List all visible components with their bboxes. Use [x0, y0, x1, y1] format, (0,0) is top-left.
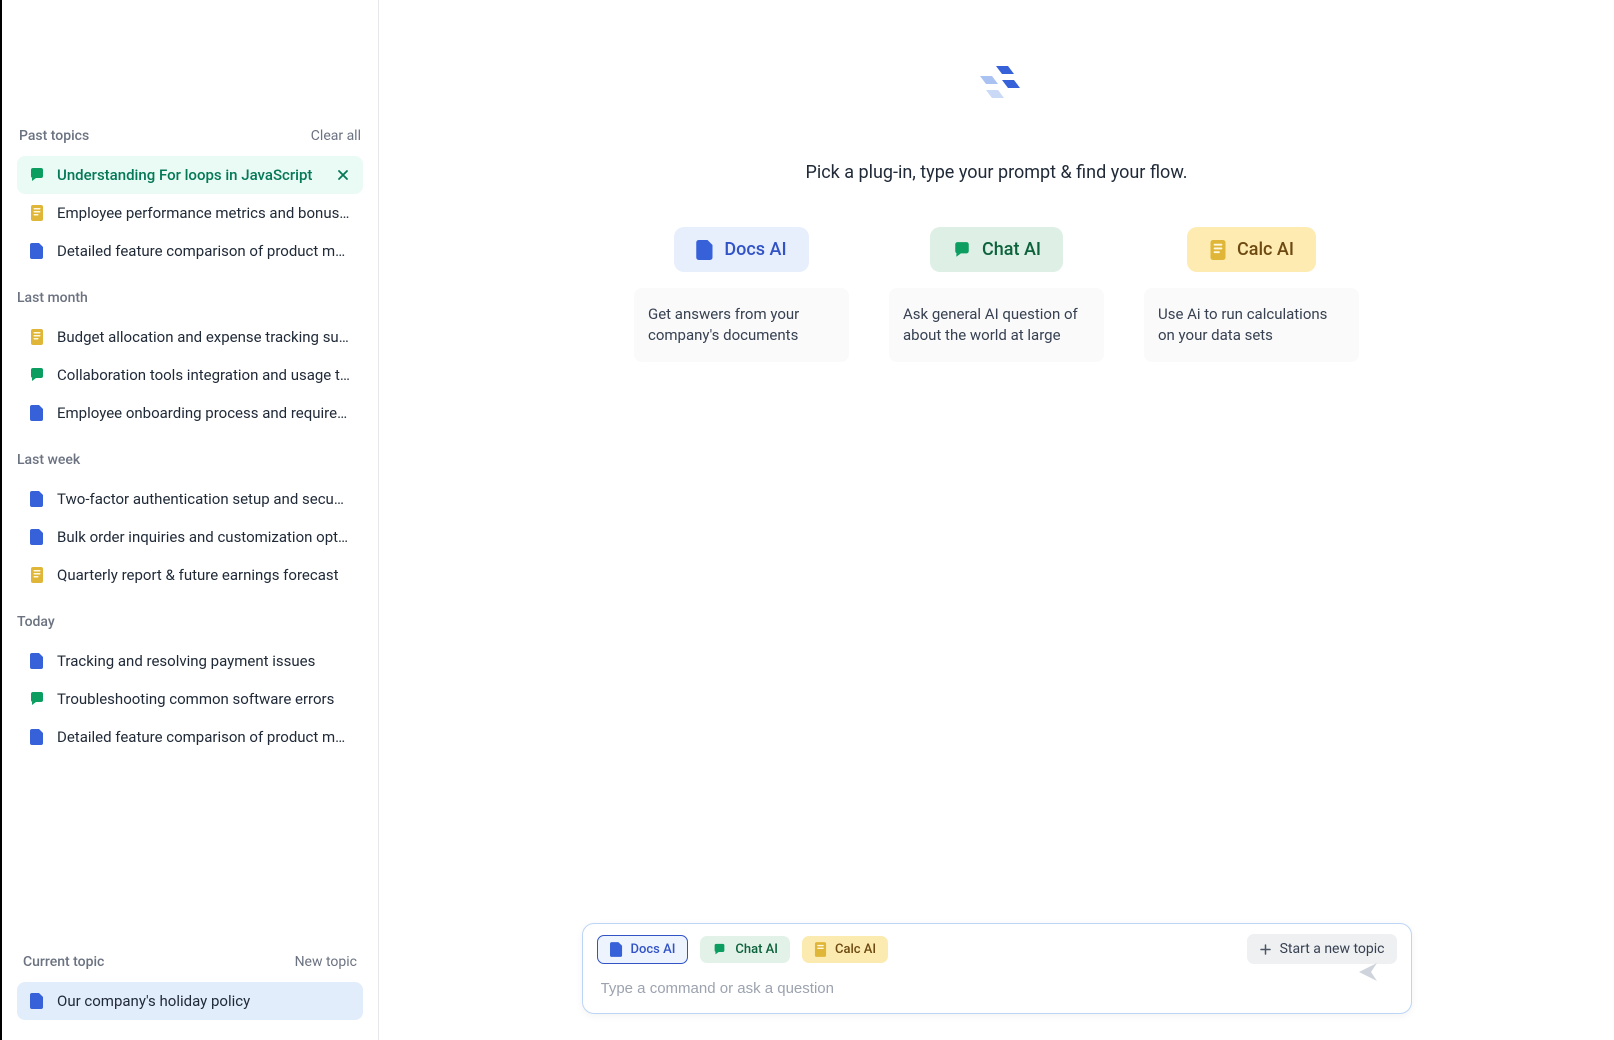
topic-label: Detailed feature comparison of product m… [57, 242, 351, 260]
topic-label: Tracking and resolving payment issues [57, 652, 351, 670]
start-new-topic-label: Start a new topic [1280, 941, 1385, 957]
chat-icon [952, 241, 972, 259]
document-icon [29, 491, 45, 507]
sidebar: Past topics Clear all Understanding For … [0, 0, 379, 1040]
document-icon [29, 405, 45, 421]
document-icon [29, 993, 45, 1009]
topic-item[interactable]: Tracking and resolving payment issues [17, 642, 363, 680]
current-topic-section: Current topic New topic Our company's ho… [17, 954, 363, 1040]
document-icon [29, 329, 45, 345]
new-topic-link[interactable]: New topic [295, 954, 357, 970]
chat-icon [712, 943, 727, 956]
current-topic-label: Current topic [23, 954, 104, 970]
today-label: Today [17, 614, 363, 630]
input-docs-chip-label: Docs AI [631, 942, 676, 957]
chat-ai-chip[interactable]: Chat AI [930, 227, 1063, 272]
plugin-cards: Docs AI Get answers from your company's … [634, 227, 1359, 362]
chat-icon [29, 367, 45, 383]
chat-ai-chip-label: Chat AI [982, 239, 1041, 260]
document-icon [696, 240, 714, 260]
plugin-card-docs: Docs AI Get answers from your company's … [634, 227, 849, 362]
topic-item[interactable]: Quarterly report & future earnings forec… [17, 556, 363, 594]
plus-icon [1259, 943, 1272, 956]
chat-ai-desc: Ask general AI question of about the wor… [889, 288, 1104, 362]
topic-item[interactable]: Understanding For loops in JavaScript [17, 156, 363, 194]
document-icon [29, 529, 45, 545]
current-topic-item[interactable]: Our company's holiday policy [17, 982, 363, 1020]
calc-ai-chip[interactable]: Calc AI [1187, 227, 1316, 272]
past-topics-header: Past topics Clear all [17, 128, 363, 144]
docs-ai-chip[interactable]: Docs AI [674, 227, 808, 272]
chat-icon [29, 691, 45, 707]
document-icon [29, 653, 45, 669]
current-topic-text: Our company's holiday policy [57, 992, 351, 1010]
calc-ai-chip-label: Calc AI [1237, 239, 1294, 260]
close-icon[interactable] [335, 167, 351, 183]
topic-label: Bulk order inquiries and customization o… [57, 528, 351, 546]
topic-label: Detailed feature comparison of product m… [57, 728, 351, 746]
input-chat-chip[interactable]: Chat AI [700, 936, 790, 963]
docs-ai-chip-label: Docs AI [724, 239, 786, 260]
topic-label: Quarterly report & future earnings forec… [57, 566, 351, 584]
app-logo-icon [962, 62, 1032, 112]
topic-label: Two-factor authentication setup and secu… [57, 490, 351, 508]
document-icon [29, 729, 45, 745]
plugin-card-chat: Chat AI Ask general AI question of about… [889, 227, 1104, 362]
topic-item[interactable]: Bulk order inquiries and customization o… [17, 518, 363, 556]
command-input-bar: Docs AI Chat AI Calc AI Start a new topi… [582, 923, 1412, 1014]
document-icon [1209, 240, 1227, 260]
last-week-label: Last week [17, 452, 363, 468]
calc-ai-desc: Use Ai to run calculations on your data … [1144, 288, 1359, 362]
topic-label: Budget allocation and expense tracking s… [57, 328, 351, 346]
document-icon [29, 205, 45, 221]
topic-item[interactable]: Employee performance metrics and bonus… [17, 194, 363, 232]
input-chat-chip-label: Chat AI [735, 942, 778, 957]
command-input[interactable] [597, 974, 1397, 1003]
clear-all-button[interactable]: Clear all [311, 128, 361, 144]
past-topics-label: Past topics [19, 128, 89, 144]
topic-label: Understanding For loops in JavaScript [57, 166, 323, 184]
document-icon [29, 567, 45, 583]
topic-item[interactable]: Budget allocation and expense tracking s… [17, 318, 363, 356]
docs-ai-desc: Get answers from your company's document… [634, 288, 849, 362]
last-month-label: Last month [17, 290, 363, 306]
topic-item[interactable]: Detailed feature comparison of product m… [17, 718, 363, 756]
document-icon [814, 942, 827, 957]
input-plugin-row: Docs AI Chat AI Calc AI Start a new topi… [597, 934, 1397, 964]
chat-icon [29, 167, 45, 183]
document-icon [610, 942, 623, 957]
input-calc-chip-label: Calc AI [835, 942, 876, 957]
topic-item[interactable]: Detailed feature comparison of product m… [17, 232, 363, 270]
main-content: Pick a plug-in, type your prompt & find … [379, 0, 1614, 1040]
send-button[interactable] [1357, 961, 1379, 987]
topic-item[interactable]: Troubleshooting common software errors [17, 680, 363, 718]
topic-label: Employee onboarding process and require… [57, 404, 351, 422]
topic-item[interactable]: Collaboration tools integration and usag… [17, 356, 363, 394]
topic-item[interactable]: Two-factor authentication setup and secu… [17, 480, 363, 518]
topic-item[interactable]: Employee onboarding process and require… [17, 394, 363, 432]
input-docs-chip[interactable]: Docs AI [597, 935, 689, 964]
topic-label: Employee performance metrics and bonus… [57, 204, 351, 222]
input-calc-chip[interactable]: Calc AI [802, 936, 888, 963]
document-icon [29, 243, 45, 259]
plugin-card-calc: Calc AI Use Ai to run calculations on yo… [1144, 227, 1359, 362]
tagline: Pick a plug-in, type your prompt & find … [805, 162, 1187, 183]
topic-label: Troubleshooting common software errors [57, 690, 351, 708]
topic-label: Collaboration tools integration and usag… [57, 366, 351, 384]
start-new-topic-button[interactable]: Start a new topic [1247, 934, 1397, 964]
send-icon [1357, 961, 1379, 983]
current-topic-header: Current topic New topic [17, 954, 363, 970]
